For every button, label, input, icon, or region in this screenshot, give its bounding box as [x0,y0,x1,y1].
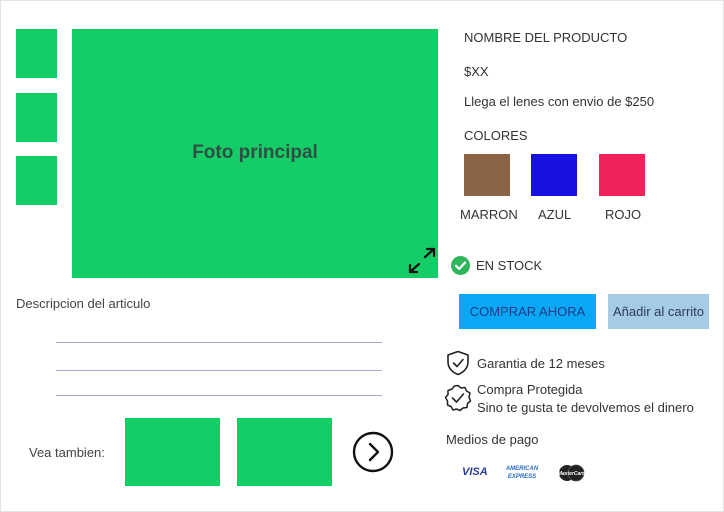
visa-logo: VISA [462,466,488,478]
svg-text:MasterCard: MasterCard [558,471,586,477]
color-label-marron: MARRON [460,207,518,222]
main-photo-label: Foto principal [192,142,318,163]
description-line [56,342,382,343]
stock-status: EN STOCK [476,258,543,273]
see-also-label: Vea tambien: [29,445,105,460]
mastercard-logo: MasterCard [558,464,586,482]
related-product-2[interactable] [237,418,332,486]
color-swatch-azul[interactable] [531,154,577,196]
colors-title: COLORES [464,128,528,143]
shipping-info: Llega el lenes con envio de $250 [464,94,655,109]
svg-text:AMERICAN: AMERICAN [505,466,539,472]
expand-icon[interactable] [406,246,438,276]
description-title: Descripcion del articulo [16,296,151,311]
description-line [56,395,382,396]
product-name: NOMBRE DEL PRODUCTO [464,30,628,45]
svg-text:EXPRESS: EXPRESS [508,474,536,480]
buy-now-button[interactable]: COMPRAR AHORA [459,294,596,329]
product-price: $XX [464,64,489,79]
color-label-rojo: ROJO [605,207,642,222]
thumbnail-2[interactable] [16,93,57,142]
protected-purchase-title: Compra Protegida [477,382,583,397]
verified-badge-icon [444,384,472,412]
color-label-azul: AZUL [538,207,572,222]
related-product-1[interactable] [125,418,220,486]
color-swatch-marron[interactable] [464,154,510,196]
warranty-text: Garantia de 12 meses [477,356,605,371]
thumbnail-1[interactable] [16,29,57,78]
description-line [56,370,382,371]
main-photo: Foto principal [72,29,438,278]
thumbnail-3[interactable] [16,156,57,205]
add-to-cart-button[interactable]: Añadir al carrito [608,294,709,329]
next-arrow-icon[interactable] [352,431,394,473]
shield-check-icon [447,350,469,376]
payment-methods-title: Medios de pago [446,432,539,447]
check-circle-icon [451,256,470,275]
amex-logo: AMERICAN EXPRESS [505,466,539,480]
protected-purchase-subtitle: Sino te gusta te devolvemos el dinero [477,400,694,415]
color-swatch-rojo[interactable] [599,154,645,196]
